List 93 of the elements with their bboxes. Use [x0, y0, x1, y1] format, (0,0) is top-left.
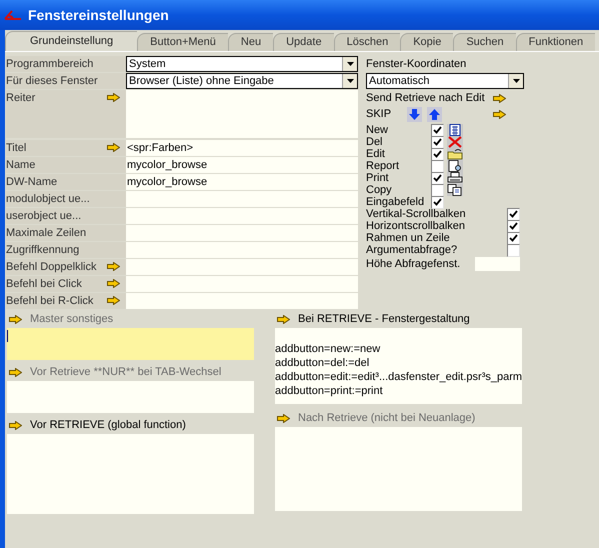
option-label: Rahmen un Zeile	[366, 232, 451, 244]
new-document-icon[interactable]	[447, 124, 463, 136]
text-field[interactable]	[126, 225, 358, 241]
panel-label: Vor Retrieve **NUR** bei TAB-Wechsel	[30, 364, 222, 380]
option-label: New	[366, 124, 390, 136]
right-arrow-icon[interactable]	[277, 414, 290, 422]
field-label: DW-Name	[6, 175, 58, 190]
text-field[interactable]	[126, 293, 358, 309]
send-retrieve-label: Send Retrieve nach Edit	[366, 90, 485, 106]
option-label: Report	[366, 160, 400, 172]
panel-label: Nach Retrieve (nicht bei Neuanlage)	[298, 410, 476, 426]
right-arrow-icon[interactable]	[107, 279, 120, 288]
checkbox[interactable]	[507, 232, 520, 244]
dropdown[interactable]: System	[126, 56, 358, 72]
text-field[interactable]: mycolor_browse	[126, 157, 358, 173]
field-label: Befehl bei R-Click	[6, 294, 94, 309]
text-area[interactable]: addbutton=new:=new addbutton=del:=del addbutton=edit:=edit³...dasfenster_edit.psr³s_parm addbutton=print:=print	[275, 328, 522, 404]
right-arrow-icon[interactable]	[107, 296, 120, 305]
tab[interactable]: Suchen	[453, 33, 516, 51]
checkbox[interactable]	[431, 184, 444, 196]
text-field[interactable]	[126, 208, 358, 224]
app-logo-icon	[4, 10, 22, 20]
right-arrow-icon[interactable]	[493, 94, 506, 102]
field-label: modulobject ue...	[6, 192, 90, 207]
option-label: Argumentabfrage?	[366, 244, 458, 256]
checkbox[interactable]	[431, 160, 444, 172]
text-field[interactable]	[126, 191, 358, 207]
field-label: Name	[6, 158, 36, 173]
tab[interactable]: Löschen	[334, 33, 400, 51]
text-field[interactable]: <spr:Farben>	[126, 140, 358, 156]
right-arrow-icon[interactable]	[493, 110, 506, 118]
panel-label: Bei RETRIEVE - Fenstergestaltung	[298, 312, 470, 327]
field-label: userobject ue...	[6, 209, 82, 224]
window-title: Fenstereinstellungen	[28, 6, 169, 25]
tab[interactable]: Update	[273, 33, 334, 51]
copy-icon[interactable]	[447, 184, 463, 196]
field-label: Befehl Doppelklick	[6, 260, 96, 275]
text-field[interactable]	[126, 276, 358, 292]
text-cursor	[7, 330, 8, 342]
right-arrow-icon[interactable]	[107, 143, 120, 152]
up-arrow-icon[interactable]	[427, 106, 442, 122]
panel-label: Vor RETRIEVE (global function)	[30, 418, 186, 433]
field-label: Befehl bei Click	[6, 277, 82, 292]
option-label: Del	[366, 136, 384, 148]
right-arrow-icon[interactable]	[9, 314, 22, 324]
field-label: Reiter	[6, 91, 36, 106]
right-arrow-icon[interactable]	[277, 314, 290, 324]
checkbox[interactable]	[431, 172, 444, 184]
field-label: Titel	[6, 141, 26, 156]
tab[interactable]: Funktionen	[516, 33, 596, 51]
text-field[interactable]	[126, 242, 358, 258]
tab[interactable]: Kopie	[400, 33, 454, 51]
dropdown[interactable]: Automatisch	[366, 73, 524, 89]
down-arrow-icon[interactable]	[407, 106, 422, 122]
option-label: Copy	[366, 184, 393, 196]
document-magnifier-icon[interactable]	[447, 160, 463, 172]
coordinates-label: Fenster-Koordinaten	[366, 57, 468, 72]
dropdown[interactable]: Browser (Liste) ohne Eingabe	[126, 73, 358, 89]
right-arrow-icon[interactable]	[9, 368, 22, 376]
tab[interactable]: Button+Menü	[137, 33, 228, 51]
text-field[interactable]: mycolor_browse	[126, 174, 358, 190]
checkbox[interactable]	[431, 196, 444, 208]
checkbox[interactable]	[507, 244, 520, 256]
printer-icon[interactable]	[447, 172, 463, 184]
tab[interactable]: Neu	[228, 33, 274, 51]
text-field[interactable]	[126, 259, 358, 275]
option-label: Eingabefeld	[366, 196, 426, 208]
code-line: addbutton=del:=del	[275, 356, 370, 370]
code-line: addbutton=edit:=edit³...dasfenster_edit.psr³s_parm	[275, 370, 522, 384]
option-label: Höhe Abfragefenst.	[366, 258, 462, 270]
option-label: Vertikal-Scrollbalken	[366, 208, 467, 220]
field-label: Maximale Zeilen	[6, 226, 86, 241]
option-label: Print	[366, 172, 390, 184]
folder-icon[interactable]	[447, 148, 463, 160]
code-line: addbutton=print:=print	[275, 384, 384, 398]
field-label: Für dieses Fenster	[6, 74, 98, 89]
option-label: Edit	[366, 148, 386, 160]
checkbox[interactable]	[507, 220, 520, 232]
code-line: addbutton=new:=new	[275, 342, 382, 356]
checkbox[interactable]	[431, 136, 444, 148]
tab[interactable]: Grundeinstellung	[5, 31, 138, 51]
checkbox[interactable]	[507, 208, 520, 220]
right-arrow-icon[interactable]	[9, 420, 22, 430]
field-label: Programmbereich	[6, 57, 94, 72]
panel-label: Master sonstiges	[30, 312, 114, 327]
checkbox[interactable]	[431, 148, 444, 160]
right-arrow-icon[interactable]	[107, 262, 120, 271]
skip-label: SKIP	[366, 106, 392, 122]
option-label: Horizontscrollbalken	[366, 220, 466, 232]
checkbox[interactable]	[431, 124, 444, 136]
field-label: Zugriffkennung	[6, 243, 80, 258]
right-arrow-icon[interactable]	[107, 93, 120, 102]
number-field[interactable]	[475, 257, 520, 271]
